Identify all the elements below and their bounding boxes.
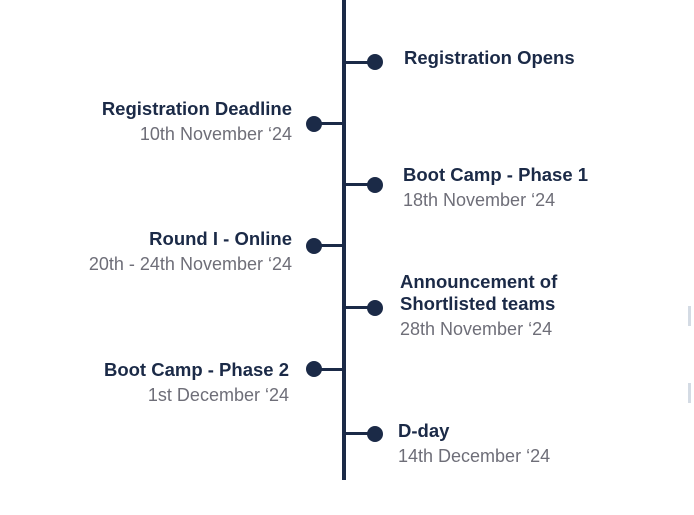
- timeline-node: [306, 238, 322, 254]
- event-title: Boot Camp - Phase 1: [403, 164, 589, 185]
- event-title: Announcement of Shortlisted teams: [400, 271, 558, 314]
- event-date: 14th December ‘24: [398, 446, 551, 466]
- timeline-event: D-day 14th December ‘24: [398, 420, 550, 467]
- timeline-node: [367, 177, 383, 193]
- event-timeline: Registration Opens Registration Deadline…: [0, 0, 694, 515]
- event-date: 10th November ‘24: [139, 124, 292, 144]
- timeline-node: [306, 361, 322, 377]
- timeline-node: [367, 300, 383, 316]
- timeline-node: [367, 426, 383, 442]
- event-date: 1st December ‘24: [147, 385, 289, 405]
- timeline-event: Announcement of Shortlisted teams 28th N…: [400, 271, 557, 340]
- timeline-node: [306, 116, 322, 132]
- timeline-event: Round I - Online 20th - 24th November ‘2…: [89, 228, 292, 275]
- timeline-event: Registration Opens: [404, 47, 575, 69]
- event-title: D-day: [398, 420, 450, 441]
- event-title: Boot Camp - Phase 2: [103, 359, 289, 380]
- timeline-event: Registration Deadline 10th November ‘24: [102, 98, 292, 145]
- event-date: 20th - 24th November ‘24: [88, 254, 292, 274]
- event-date: 18th November ‘24: [403, 190, 556, 210]
- timeline-event: Boot Camp - Phase 1 18th November ‘24: [403, 164, 588, 211]
- event-title: Round I - Online: [149, 228, 292, 249]
- timeline-axis: [342, 0, 346, 480]
- event-title: Registration Deadline: [101, 98, 292, 119]
- event-title: Registration Opens: [404, 47, 575, 68]
- timeline-node: [367, 54, 383, 70]
- edge-decoration: [688, 306, 691, 326]
- timeline-event: Boot Camp - Phase 2 1st December ‘24: [104, 359, 289, 406]
- edge-decoration: [688, 383, 691, 403]
- event-date: 28th November ‘24: [400, 319, 553, 339]
